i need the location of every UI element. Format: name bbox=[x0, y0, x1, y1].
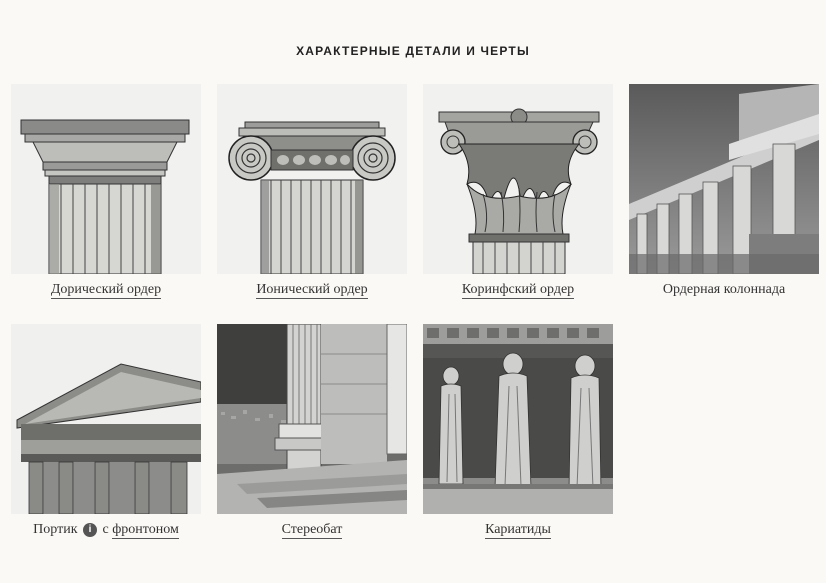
card-doric-order: Дорический ордер bbox=[11, 84, 201, 299]
corinthian-order-link[interactable]: Коринфский ордер bbox=[461, 282, 575, 299]
doric-order-caption: Дорический ордер bbox=[11, 282, 201, 299]
caryatids-link[interactable]: Кариатиды bbox=[485, 522, 551, 539]
card-corinthian-order: Коринфский ордер bbox=[423, 84, 613, 299]
card-colonnade: Ордерная колоннада bbox=[629, 84, 819, 298]
info-icon[interactable]: i bbox=[83, 523, 98, 537]
corinthian-order-image[interactable] bbox=[423, 84, 613, 274]
stylobate-caption: Стереобат bbox=[217, 522, 407, 539]
portico-middle-text: с bbox=[102, 522, 109, 537]
doric-order-image[interactable] bbox=[11, 84, 201, 274]
ionic-order-link[interactable]: Ионический ордер bbox=[256, 282, 368, 299]
card-caryatids: Кариатиды bbox=[423, 324, 613, 539]
stylobate-image[interactable] bbox=[217, 324, 407, 514]
pediment-link[interactable]: фронтоном bbox=[112, 522, 179, 539]
section-title: ХАРАКТЕРНЫЕ ДЕТАЛИ И ЧЕРТЫ bbox=[296, 44, 530, 58]
caryatids-image[interactable] bbox=[423, 324, 613, 514]
portico-image bbox=[11, 324, 201, 514]
corinthian-order-caption: Коринфский ордер bbox=[423, 282, 613, 299]
doric-order-link[interactable]: Дорический ордер bbox=[50, 282, 162, 299]
ionic-order-caption: Ионический ордер bbox=[217, 282, 407, 299]
card-stylobate: Стереобат bbox=[217, 324, 407, 539]
card-ionic-order: Ионический ордер bbox=[217, 84, 407, 299]
caryatids-caption: Кариатиды bbox=[423, 522, 613, 539]
portico-label: Портик bbox=[33, 522, 78, 537]
portico-caption: Портик i с фронтоном bbox=[11, 522, 201, 539]
colonnade-image bbox=[629, 84, 819, 274]
ionic-order-image[interactable] bbox=[217, 84, 407, 274]
colonnade-caption: Ордерная колоннада bbox=[662, 282, 786, 297]
card-portico: Портик i с фронтоном bbox=[11, 324, 201, 539]
stylobate-link[interactable]: Стереобат bbox=[281, 522, 343, 539]
